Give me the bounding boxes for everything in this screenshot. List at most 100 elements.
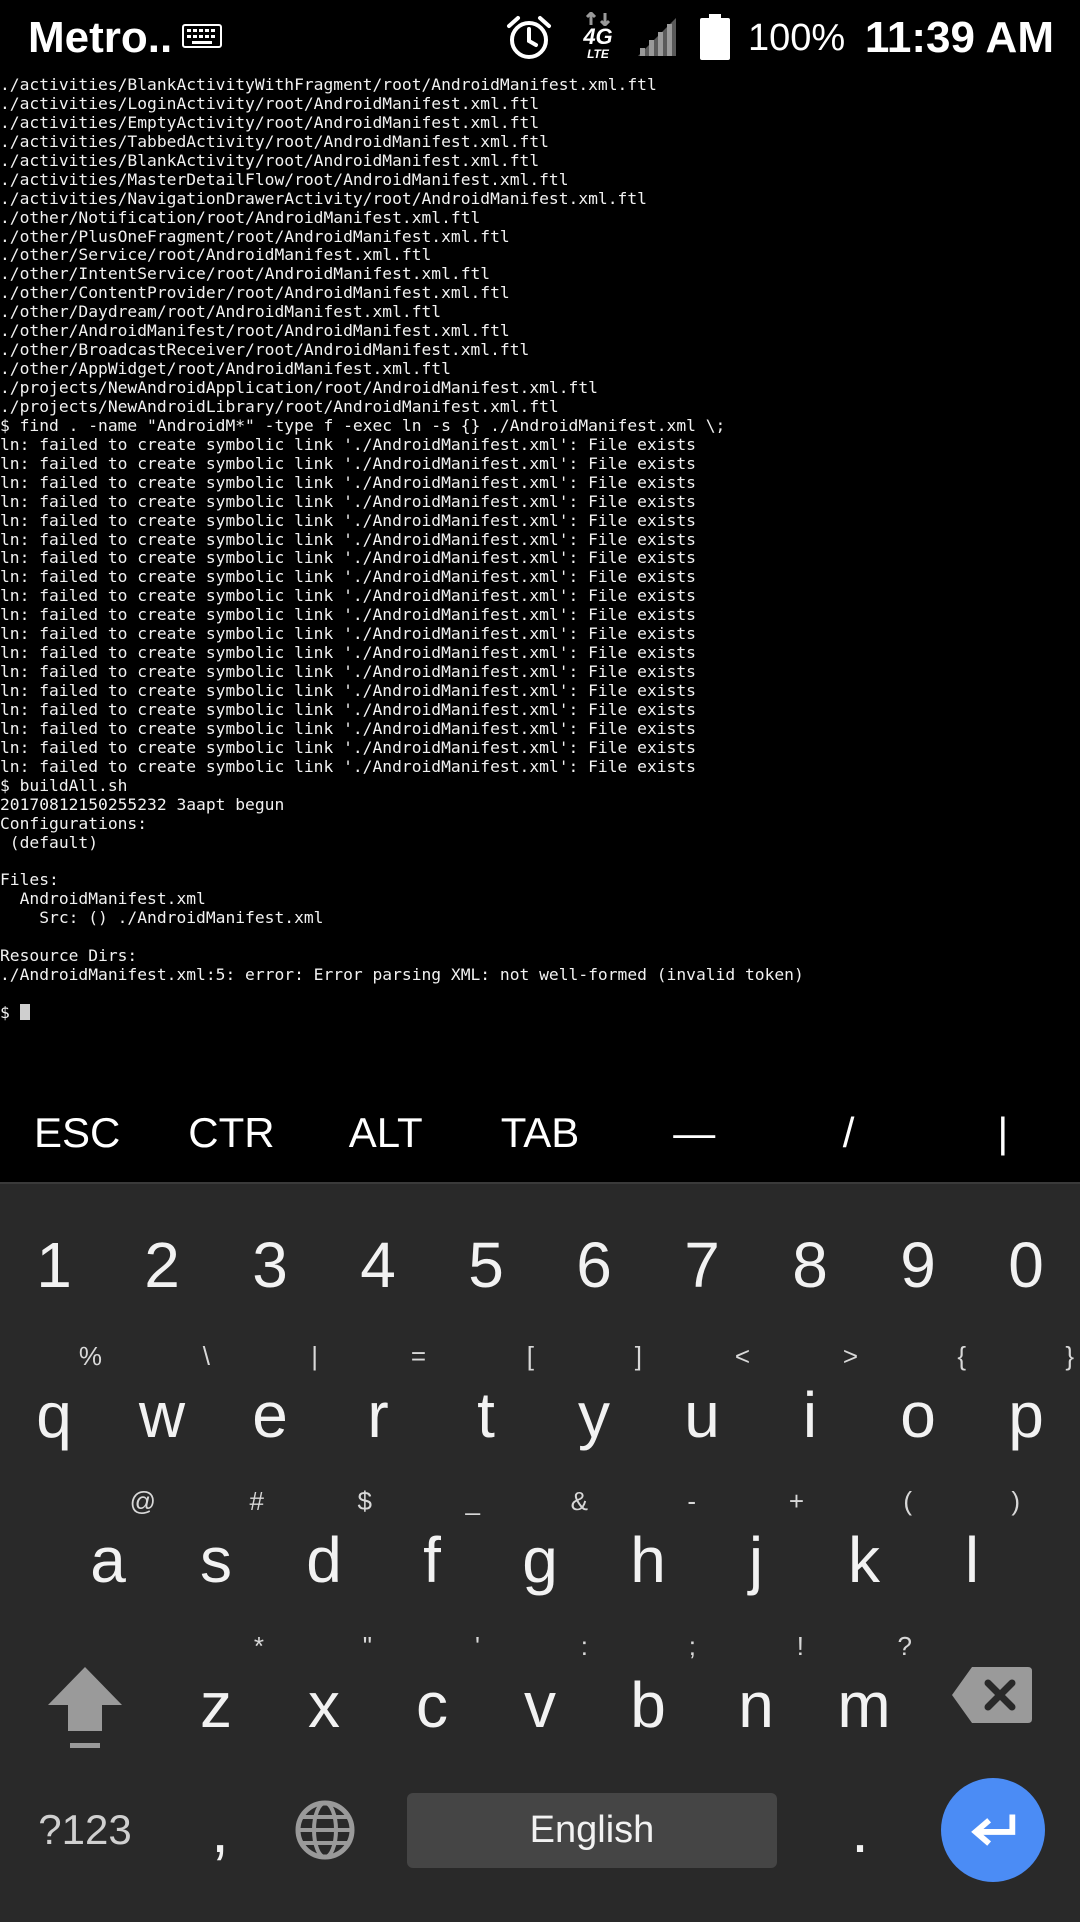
key-hint: @ <box>129 1486 156 1516</box>
letter-key[interactable]: @ a <box>54 1480 162 1610</box>
key-hint: - <box>687 1486 696 1516</box>
key-label: m <box>837 1669 891 1741</box>
terminal-line: Src: () ./AndroidManifest.xml <box>0 908 324 928</box>
key-hint: ) <box>1011 1486 1020 1516</box>
extra-keys-row: ESC CTR ALT TAB — / | <box>0 1085 1080 1181</box>
terminal-line: ln: failed to create symbolic link './An… <box>0 472 696 492</box>
key-label: w <box>138 1379 186 1451</box>
letter-key[interactable]: ; b <box>594 1625 702 1755</box>
terminal-line: ln: failed to create symbolic link './An… <box>0 529 696 549</box>
extra-key[interactable]: TAB <box>463 1085 617 1181</box>
key-label: l <box>964 1524 980 1596</box>
terminal-line: $ buildAll.sh <box>0 775 128 795</box>
terminal-line: ln: failed to create symbolic link './An… <box>0 699 696 719</box>
key-hint: < <box>734 1341 750 1371</box>
key-hint: $ <box>357 1486 372 1516</box>
key-label: u <box>684 1379 720 1451</box>
terminal-line: 20170812150255232 3aapt begun <box>0 794 285 814</box>
letter-key[interactable]: (k <box>810 1480 918 1610</box>
letter-key[interactable]: | e <box>216 1335 324 1465</box>
letter-key[interactable]: ! n <box>702 1625 810 1755</box>
letter-key[interactable]: $ d <box>270 1480 378 1610</box>
space-bar[interactable]: English <box>407 1793 777 1868</box>
language-key[interactable] <box>280 1790 370 1870</box>
letter-key[interactable]: } p <box>972 1335 1080 1465</box>
alarm-icon <box>507 16 551 59</box>
letter-key[interactable]: -h <box>594 1480 702 1610</box>
number-key[interactable]: 4 <box>324 1225 432 1325</box>
letter-key[interactable]: # s <box>162 1480 270 1610</box>
number-key[interactable]: 6 <box>540 1225 648 1325</box>
comma-key[interactable]: , <box>180 1790 260 1870</box>
number-key[interactable]: 8 <box>756 1225 864 1325</box>
letter-key[interactable]: _ f <box>378 1480 486 1610</box>
letter-key[interactable]: + j <box>702 1480 810 1610</box>
extra-key[interactable]: CTR <box>154 1085 308 1181</box>
key-hint: * <box>253 1631 264 1661</box>
number-key[interactable]: 2 <box>108 1225 216 1325</box>
status-bar: Metro.. 4G LTE 100% 11:39 AM <box>0 0 1080 78</box>
terminal-line: ./other/Service/root/AndroidManifest.xml… <box>0 245 432 265</box>
letter-key[interactable]: & g <box>486 1480 594 1610</box>
number-key[interactable]: 7 <box>648 1225 756 1325</box>
letter-key[interactable]: " x <box>270 1625 378 1755</box>
key-hint: & <box>570 1486 588 1516</box>
symbols-key[interactable]: ?123 <box>20 1790 150 1870</box>
letter-key[interactable]: ) l <box>918 1480 1026 1610</box>
terminal-line: ln: failed to create symbolic link './An… <box>0 567 696 587</box>
enter-key[interactable] <box>941 1778 1045 1882</box>
key-label: 1 <box>36 1229 72 1301</box>
key-label: t <box>477 1379 495 1451</box>
number-key[interactable]: 0 <box>972 1225 1080 1325</box>
number-key[interactable]: 5 <box>432 1225 540 1325</box>
letter-key[interactable]: = r <box>324 1335 432 1465</box>
terminal-line: ln: failed to create symbolic link './An… <box>0 681 696 700</box>
letter-key[interactable]: ' c <box>378 1625 486 1755</box>
key-label: i <box>802 1379 818 1451</box>
letter-key[interactable]: [t <box>432 1335 540 1465</box>
extra-key[interactable]: — <box>617 1085 771 1181</box>
terminal-line: Configurations: <box>0 813 148 833</box>
shift-icon <box>48 1667 122 1748</box>
letter-key[interactable]: :v <box>486 1625 594 1755</box>
key-hint: _ <box>465 1486 480 1516</box>
terminal-output[interactable]: ./activities/BlankActivityWithFragment/r… <box>0 76 1080 1036</box>
terminal-line: ./other/AppWidget/root/AndroidManifest.x… <box>0 359 451 379</box>
letter-key[interactable]: > i <box>756 1335 864 1465</box>
terminal-line: Files: <box>0 870 59 890</box>
extra-key[interactable]: ALT <box>309 1085 463 1181</box>
letter-key[interactable]: * z <box>162 1625 270 1755</box>
extra-key[interactable]: | <box>926 1085 1080 1181</box>
key-label: a <box>90 1524 126 1596</box>
key-label: c <box>416 1669 448 1741</box>
terminal-line: ./other/ContentProvider/root/AndroidMani… <box>0 283 510 303</box>
letter-key[interactable]: ? m <box>810 1625 918 1755</box>
key-hint: ; <box>688 1631 696 1661</box>
terminal-line: ln: failed to create symbolic link './An… <box>0 718 696 738</box>
terminal-line: ./activities/BlankActivity/root/AndroidM… <box>0 150 540 170</box>
key-label: x <box>308 1669 340 1741</box>
terminal-line: ./activities/NavigationDrawerActivity/ro… <box>0 188 647 208</box>
letter-key[interactable]: % q <box>0 1335 108 1465</box>
terminal-line: ./other/IntentService/root/AndroidManife… <box>0 264 491 284</box>
key-hint: > <box>842 1341 858 1371</box>
letter-key[interactable]: ] y <box>540 1335 648 1465</box>
extra-key[interactable]: / <box>771 1085 925 1181</box>
backspace-icon <box>952 1667 1032 1723</box>
network-subtype: LTE <box>587 47 609 61</box>
number-key[interactable]: 3 <box>216 1225 324 1325</box>
terminal-line: ./activities/EmptyActivity/root/AndroidM… <box>0 112 540 132</box>
shift-key[interactable] <box>40 1655 130 1755</box>
letter-key[interactable]: {o <box>864 1335 972 1465</box>
letter-key[interactable]: \ w <box>108 1335 216 1465</box>
backspace-key[interactable] <box>950 1665 1034 1735</box>
number-key[interactable]: 9 <box>864 1225 972 1325</box>
key-hint: \ <box>202 1341 210 1371</box>
extra-key[interactable]: ESC <box>0 1085 154 1181</box>
terminal-line: ./projects/NewAndroidApplication/root/An… <box>0 378 598 397</box>
number-key[interactable]: 1 <box>0 1225 108 1325</box>
letter-key[interactable]: < u <box>648 1335 756 1465</box>
period-key[interactable]: . <box>820 1790 900 1870</box>
key-label: b <box>630 1669 666 1741</box>
